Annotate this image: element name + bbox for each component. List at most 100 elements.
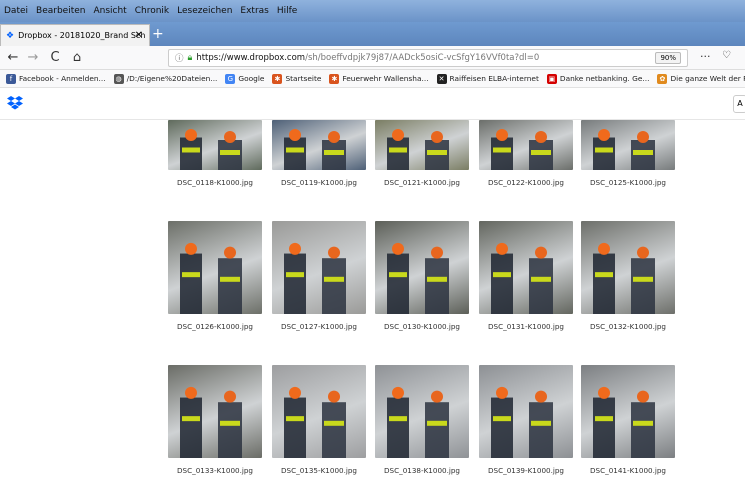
file-name-label[interactable]: DSC_0119-K1000.jpg	[264, 178, 374, 187]
photo-thumbnail[interactable]	[581, 365, 675, 458]
url-bar[interactable]: ⓘ 🔒︎ https://www.dropbox.com/sh/boeffvdp…	[168, 49, 688, 67]
photo-thumbnail[interactable]	[479, 221, 573, 314]
new-tab-button[interactable]: +	[152, 26, 164, 42]
photo-image	[491, 242, 553, 314]
file-name-label[interactable]: DSC_0141-K1000.jpg	[573, 466, 683, 475]
bookmark-label: Danke netbanking. Ge...	[559, 74, 650, 83]
photo-image	[180, 386, 242, 458]
browser-tab-dropbox[interactable]: ❖ Dropbox - 20181020_Brand Sch ✕	[0, 24, 150, 46]
file-name-label[interactable]: DSC_0122-K1000.jpg	[471, 178, 581, 187]
photo-thumbnail[interactable]	[168, 120, 262, 170]
file-name-label[interactable]: DSC_0125-K1000.jpg	[573, 178, 683, 187]
photo-image	[387, 386, 449, 458]
back-button[interactable]: ←	[2, 50, 24, 65]
bookmarks-bar: f Facebook - Anmelden... ◍/D:/Eigene%20Dat…	[0, 70, 745, 88]
navigation-bar: ← → C ⌂ ⓘ 🔒︎ https://www.dropbox.com/sh/…	[0, 46, 745, 70]
photo-thumbnail[interactable]	[272, 365, 366, 458]
google-icon: G	[225, 73, 236, 84]
photo-image	[180, 129, 242, 170]
photo-image	[593, 129, 655, 170]
menu-bar: Datei Bearbeiten Ansicht Chronik Lesezeichen…	[0, 0, 745, 22]
file-name-label[interactable]: DSC_0135-K1000.jpg	[264, 466, 374, 475]
tab-strip: ❖ Dropbox - 20181020_Brand Sch ✕ +	[0, 22, 745, 46]
file-name-label[interactable]: DSC_0118-K1000.jpg	[160, 178, 270, 187]
bookmark-4[interactable]: ✱ Feuerwehr Wallensha...	[329, 73, 429, 84]
home-button[interactable]: ⌂	[66, 50, 88, 65]
photo-thumbnail[interactable]	[272, 120, 366, 170]
menu-item-0[interactable]: Datei	[4, 6, 28, 16]
photo-thumbnail[interactable]	[479, 365, 573, 458]
file-name-label[interactable]: DSC_0133-K1000.jpg	[160, 466, 270, 475]
bookmark-5[interactable]: ✕ Raiffeisen ELBA-internet	[436, 73, 539, 84]
photo-thumbnail[interactable]	[375, 221, 469, 314]
dropbox-logo-icon[interactable]	[7, 96, 23, 110]
file-grid: DSC_0118-K1000.jpg DSC_0119-K1000.jpg DSC_…	[0, 120, 745, 477]
bookmark-1[interactable]: ◍/D:/Eigene%20Dateien...	[113, 73, 218, 84]
bookmark-0[interactable]: f Facebook - Anmelden...	[6, 73, 106, 84]
bookmark-label: Feuerwehr Wallensha...	[342, 74, 429, 83]
dropbox-favicon-icon: ❖	[6, 30, 15, 41]
raiffeisen-icon: ✕	[436, 73, 447, 84]
tab-title: Dropbox - 20181020_Brand Sch	[18, 31, 146, 40]
file-name-label[interactable]: DSC_0121-K1000.jpg	[367, 178, 477, 187]
info-icon[interactable]: ⓘ	[175, 52, 184, 64]
photo-image	[593, 242, 655, 314]
photo-thumbnail[interactable]	[581, 221, 675, 314]
bookmark-3[interactable]: ✱ Startseite	[272, 73, 322, 84]
url-path: /sh/boeffvdpjk79j87/AADck5osiC-vcSfgY16V…	[305, 53, 540, 63]
ff-logo-icon: ✱	[329, 73, 340, 84]
bookmark-label: Facebook - Anmelden...	[19, 74, 106, 83]
menu-item-2[interactable]: Ansicht	[93, 6, 126, 16]
file-name-label[interactable]: DSC_0127-K1000.jpg	[264, 322, 374, 331]
photo-thumbnail[interactable]	[375, 365, 469, 458]
photo-thumbnail[interactable]	[581, 120, 675, 170]
ff-logo-icon: ✱	[272, 73, 283, 84]
gift-icon: ▣	[546, 73, 557, 84]
bookmark-7[interactable]: ✿Die ganze Welt der Fe...	[657, 73, 745, 84]
bookmark-label: Die ganze Welt der Fe...	[670, 74, 745, 83]
photo-image	[593, 386, 655, 458]
file-name-label[interactable]: DSC_0131-K1000.jpg	[471, 322, 581, 331]
wine-icon: ✿	[657, 73, 668, 84]
photo-image	[491, 129, 553, 170]
close-tab-icon[interactable]: ✕	[135, 30, 143, 41]
file-name-label[interactable]: DSC_0130-K1000.jpg	[367, 322, 477, 331]
photo-thumbnail[interactable]	[375, 120, 469, 170]
file-name-label[interactable]: DSC_0139-K1000.jpg	[471, 466, 581, 475]
pocket-icon[interactable]: ♡	[722, 50, 731, 61]
menu-item-6[interactable]: Hilfe	[277, 6, 297, 16]
photo-image	[491, 386, 553, 458]
photo-thumbnail[interactable]	[272, 221, 366, 314]
file-name-label[interactable]: DSC_0138-K1000.jpg	[367, 466, 477, 475]
more-menu-button[interactable]: ···	[700, 50, 711, 63]
photo-image	[387, 242, 449, 314]
bookmark-6[interactable]: ▣ Danke netbanking. Ge...	[546, 73, 650, 84]
photo-image	[180, 242, 242, 314]
file-name-label[interactable]: DSC_0132-K1000.jpg	[573, 322, 683, 331]
photo-image	[284, 242, 346, 314]
forward-button[interactable]: →	[22, 50, 44, 65]
file-name-label[interactable]: DSC_0126-K1000.jpg	[160, 322, 270, 331]
photo-image	[387, 129, 449, 170]
menu-item-1[interactable]: Bearbeiten	[36, 6, 85, 16]
menu-item-3[interactable]: Chronik	[135, 6, 169, 16]
photo-thumbnail[interactable]	[168, 221, 262, 314]
bookmark-2[interactable]: G Google	[225, 73, 265, 84]
bookmark-label: Raiffeisen ELBA-internet	[449, 74, 539, 83]
dropbox-header: A	[0, 88, 745, 120]
account-button[interactable]: A	[733, 95, 745, 113]
photo-image	[284, 129, 346, 170]
reload-button[interactable]: C	[44, 50, 66, 65]
menu-item-4[interactable]: Lesezeichen	[177, 6, 232, 16]
photo-thumbnail[interactable]	[479, 120, 573, 170]
globe-icon: ◍	[113, 73, 124, 84]
menu-item-5[interactable]: Extras	[240, 6, 268, 16]
photo-thumbnail[interactable]	[168, 365, 262, 458]
url-host: https://www.dropbox.com	[196, 53, 306, 63]
bookmark-label: Google	[238, 74, 265, 83]
zoom-level[interactable]: 90%	[655, 52, 681, 64]
lock-icon: 🔒︎	[187, 53, 193, 63]
bookmark-label: Startseite	[285, 74, 322, 83]
photo-image	[284, 386, 346, 458]
bookmark-label: /D:/Eigene%20Dateien...	[126, 74, 218, 83]
